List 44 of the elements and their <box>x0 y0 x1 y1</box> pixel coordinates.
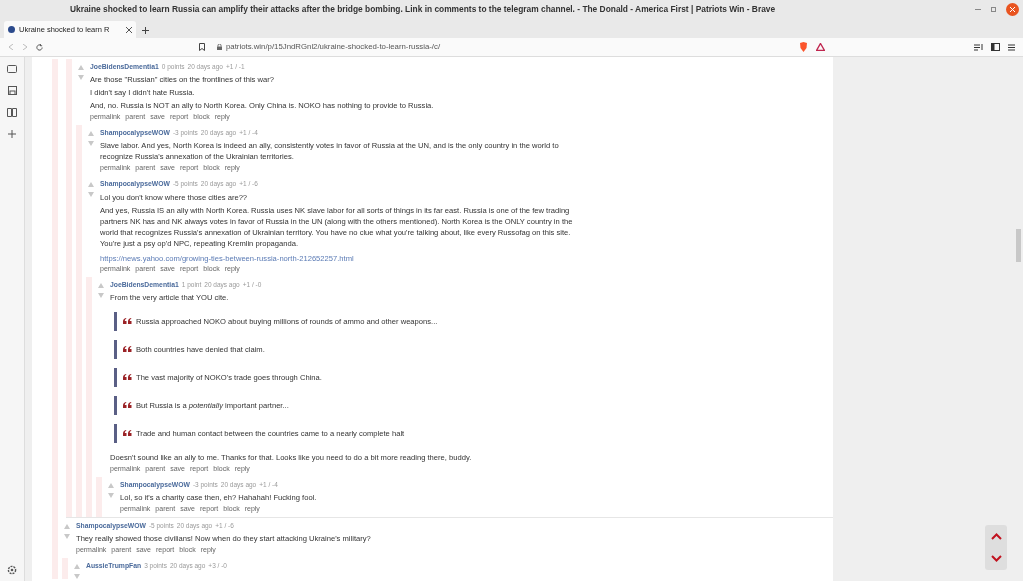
shield-icon[interactable] <box>799 42 808 52</box>
downvote-icon[interactable] <box>64 533 70 539</box>
video-icon[interactable] <box>7 65 17 73</box>
book-icon[interactable] <box>7 108 17 117</box>
downvote-icon[interactable] <box>88 192 94 198</box>
scroll-down-icon[interactable] <box>990 555 1002 563</box>
upvote-icon[interactable] <box>64 523 70 529</box>
quote-icon <box>123 430 132 437</box>
sidebar-icon[interactable] <box>991 43 1000 51</box>
scroll-up-icon[interactable] <box>990 532 1002 540</box>
maximize-icon[interactable] <box>991 6 996 12</box>
save-icon[interactable] <box>7 86 17 95</box>
quote-icon <box>123 374 132 381</box>
downvote-icon[interactable] <box>98 292 104 298</box>
back-icon[interactable] <box>8 44 14 50</box>
upvote-icon[interactable] <box>78 65 84 70</box>
upvote-icon[interactable] <box>108 482 114 488</box>
quote-icon <box>123 318 132 325</box>
window-title: Ukraine shocked to learn Russia can amplify their attacks after the bridge bombing. Link in comments to the telegram channel. - The Donald - America First | Patriots Win - Brave <box>70 2 776 16</box>
add-icon[interactable] <box>8 130 16 138</box>
triangle-icon[interactable] <box>816 43 825 51</box>
scrollbar-thumb[interactable] <box>1016 229 1021 262</box>
upvote-icon[interactable] <box>74 564 80 570</box>
quote-icon <box>123 402 132 409</box>
downvote-icon[interactable] <box>108 492 114 498</box>
quote-icon <box>123 346 132 353</box>
bookmark-icon[interactable] <box>199 43 205 51</box>
menu-icon[interactable] <box>1008 43 1015 51</box>
playlist-icon[interactable] <box>974 43 983 51</box>
close-icon[interactable] <box>126 26 132 33</box>
downvote-icon[interactable] <box>74 574 80 580</box>
upvote-icon[interactable] <box>98 282 104 288</box>
new-tab-icon[interactable] <box>142 27 149 34</box>
site-icon <box>8 26 15 33</box>
minimize-icon[interactable] <box>975 8 981 10</box>
reload-icon[interactable] <box>36 43 43 51</box>
settings-icon[interactable] <box>7 565 17 575</box>
downvote-icon[interactable] <box>88 141 94 147</box>
upvote-icon[interactable] <box>88 131 94 137</box>
downvote-icon[interactable] <box>78 75 84 80</box>
close-icon[interactable] <box>1006 2 1019 16</box>
forward-icon[interactable] <box>22 44 28 50</box>
upvote-icon[interactable] <box>88 182 94 188</box>
lock-icon <box>217 44 222 50</box>
